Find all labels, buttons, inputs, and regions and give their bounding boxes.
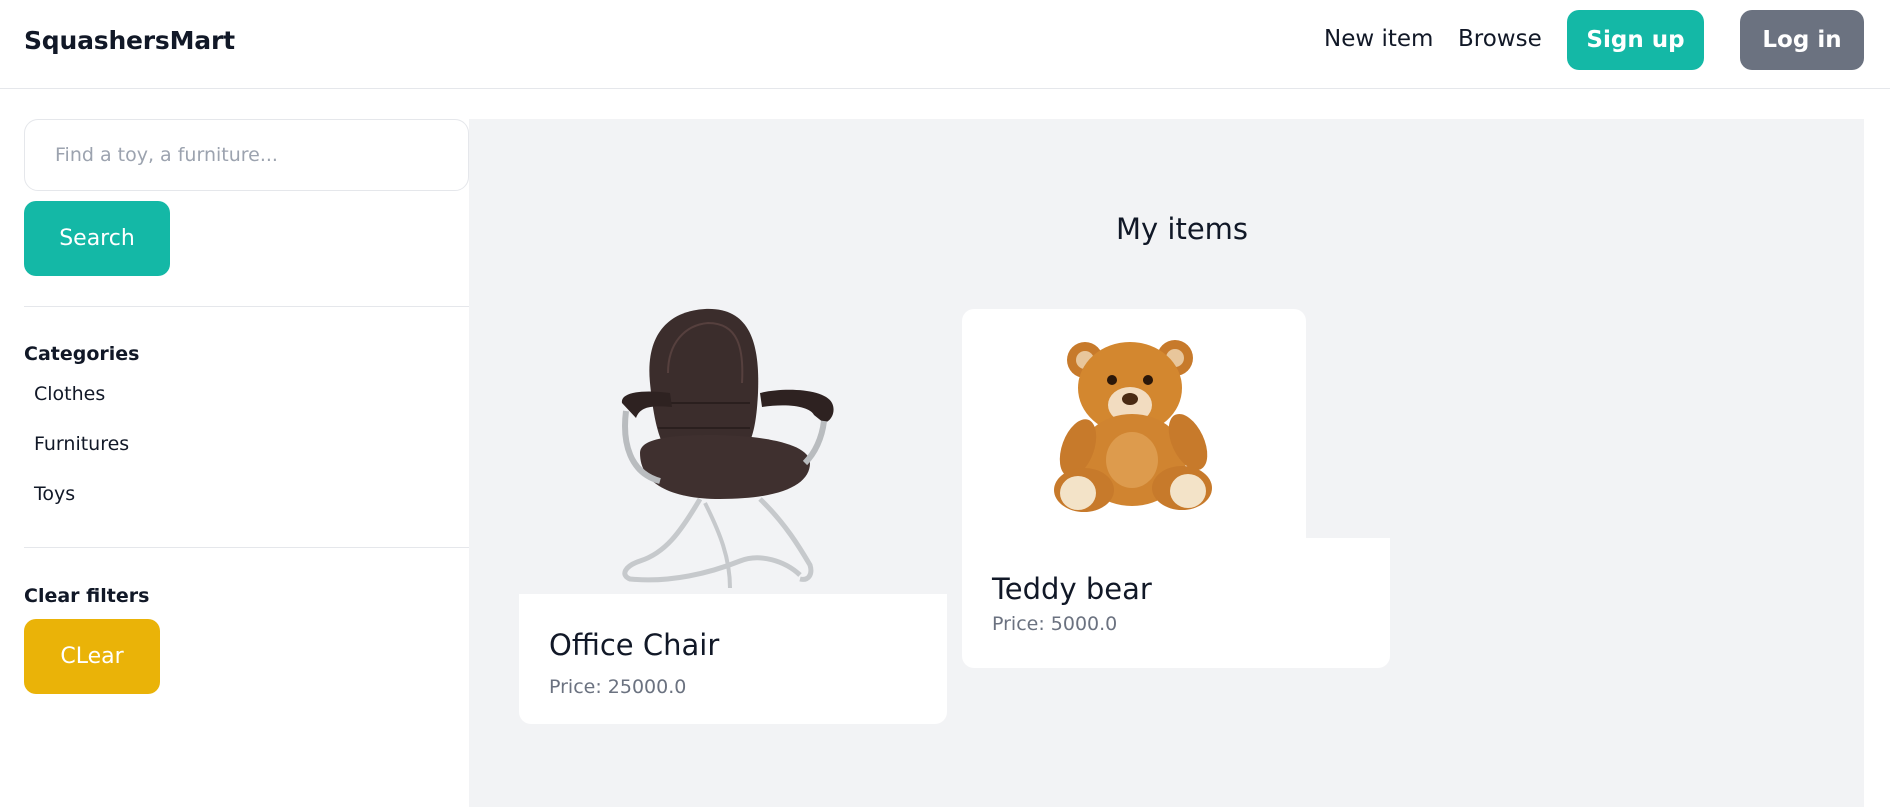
sidebar: Search Categories Clothes Furnitures Toy… bbox=[24, 119, 469, 807]
category-furnitures[interactable]: Furnitures bbox=[34, 433, 129, 455]
top-navbar: SquashersMart New item Browse Sign up Lo… bbox=[0, 0, 1890, 89]
item-card-teddy-bear[interactable]: Teddy bear Price: 5000.0 bbox=[962, 538, 1390, 668]
signup-button[interactable]: Sign up bbox=[1567, 10, 1704, 70]
sidebar-divider bbox=[24, 547, 469, 548]
item-price: Price: 5000.0 bbox=[992, 613, 1118, 635]
item-title: Office Chair bbox=[549, 628, 720, 662]
nav-new-item-link[interactable]: New item bbox=[1324, 26, 1433, 52]
categories-title: Categories bbox=[24, 343, 140, 365]
nav-browse-link[interactable]: Browse bbox=[1458, 26, 1542, 52]
category-clothes[interactable]: Clothes bbox=[34, 383, 105, 405]
office-chair-image[interactable] bbox=[610, 303, 850, 595]
item-card-office-chair[interactable]: Office Chair Price: 25000.0 bbox=[519, 594, 947, 724]
clear-filters-button[interactable]: CLear bbox=[24, 619, 160, 694]
search-input[interactable] bbox=[24, 119, 469, 191]
item-price: Price: 25000.0 bbox=[549, 676, 687, 698]
search-button[interactable]: Search bbox=[24, 201, 170, 276]
clear-filters-title: Clear filters bbox=[24, 585, 150, 607]
item-title: Teddy bear bbox=[992, 572, 1152, 606]
page-title: My items bbox=[1116, 212, 1249, 246]
sidebar-divider bbox=[24, 306, 469, 307]
teddy-bear-image[interactable] bbox=[1050, 330, 1220, 515]
brand-logo[interactable]: SquashersMart bbox=[24, 26, 235, 55]
login-button[interactable]: Log in bbox=[1740, 10, 1864, 70]
category-toys[interactable]: Toys bbox=[34, 483, 75, 505]
